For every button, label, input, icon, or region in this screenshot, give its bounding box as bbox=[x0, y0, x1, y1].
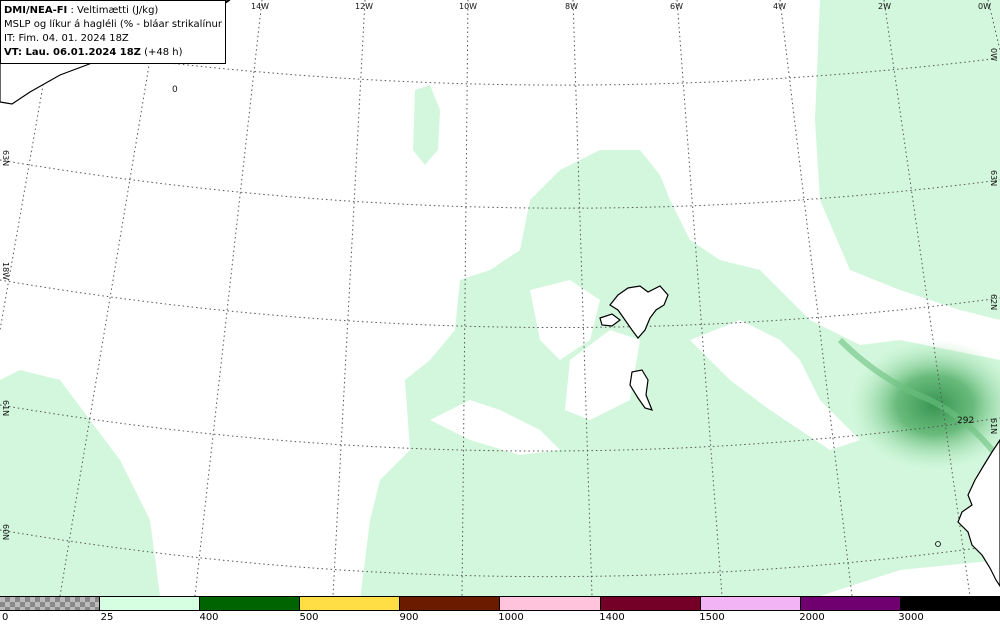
legend-swatch-8 bbox=[800, 597, 901, 610]
legend-swatch-0 bbox=[0, 597, 101, 610]
valid-time: VT: Lau. 06.01.2024 18Z bbox=[4, 47, 141, 58]
legend-tick-9: 3000 bbox=[898, 612, 924, 623]
init-time: IT: Fim. 04. 01. 2024 18Z bbox=[4, 33, 129, 44]
legend-tick-7: 1500 bbox=[699, 612, 725, 623]
legend-swatch-1 bbox=[100, 597, 201, 610]
overlay-description: MSLP og líkur á hagléli (% - bláar strik… bbox=[4, 19, 222, 30]
svg-text:14W: 14W bbox=[251, 2, 269, 11]
legend-swatch-3 bbox=[300, 597, 401, 610]
legend-swatch-7 bbox=[700, 597, 801, 610]
weather-map: 14W 12W 10W 8W 6W 4W 2W 0W 63N 18W 61N 6… bbox=[0, 0, 1000, 596]
legend-tick-8: 2000 bbox=[799, 612, 825, 623]
svg-text:18W: 18W bbox=[1, 262, 10, 280]
legend-swatch-2 bbox=[200, 597, 301, 610]
legend-swatch-5 bbox=[500, 597, 601, 610]
svg-text:4W: 4W bbox=[773, 2, 786, 11]
legend-tick-2: 400 bbox=[199, 612, 219, 623]
legend-tick-0: 0 bbox=[2, 612, 9, 623]
legend-swatch-4 bbox=[400, 597, 501, 610]
svg-text:61N: 61N bbox=[989, 418, 998, 434]
svg-text:0W: 0W bbox=[989, 48, 998, 61]
legend-tick-4: 900 bbox=[399, 612, 419, 623]
svg-text:10W: 10W bbox=[459, 2, 477, 11]
legend-tick-6: 1400 bbox=[599, 612, 625, 623]
field-value-max: 292 bbox=[957, 416, 974, 426]
valid-time-row: VT: Lau. 06.01.2024 18Z (+48 h) bbox=[4, 46, 222, 60]
svg-text:0W: 0W bbox=[978, 2, 991, 11]
info-panel: DMI/NEA-FI : Veltimætti (J/kg) MSLP og l… bbox=[0, 0, 226, 64]
forecast-offset: (+48 h) bbox=[140, 47, 183, 58]
model-name: DMI/NEA-FI bbox=[4, 5, 68, 16]
svg-text:60N: 60N bbox=[1, 524, 10, 540]
svg-text:61N: 61N bbox=[1, 400, 10, 416]
color-legend: 0 25 400 500 900 1000 1400 1500 2000 300… bbox=[0, 596, 1000, 626]
field-value-min: 0 bbox=[172, 85, 178, 95]
legend-tick-3: 500 bbox=[299, 612, 319, 623]
legend-tick-5: 1000 bbox=[498, 612, 524, 623]
legend-tick-1: 25 bbox=[100, 612, 114, 623]
legend-bar bbox=[0, 596, 1000, 611]
svg-text:2W: 2W bbox=[878, 2, 891, 11]
legend-swatch-9 bbox=[900, 597, 1000, 610]
svg-text:12W: 12W bbox=[355, 2, 373, 11]
svg-text:8W: 8W bbox=[565, 2, 578, 11]
svg-text:62N: 62N bbox=[989, 294, 998, 310]
field-name: : Veltimætti (J/kg) bbox=[67, 5, 159, 16]
svg-text:6W: 6W bbox=[670, 2, 683, 11]
svg-text:63N: 63N bbox=[989, 170, 998, 186]
info-title-row: DMI/NEA-FI : Veltimætti (J/kg) bbox=[4, 4, 222, 18]
svg-text:63N: 63N bbox=[1, 150, 10, 166]
legend-swatch-6 bbox=[600, 597, 701, 610]
